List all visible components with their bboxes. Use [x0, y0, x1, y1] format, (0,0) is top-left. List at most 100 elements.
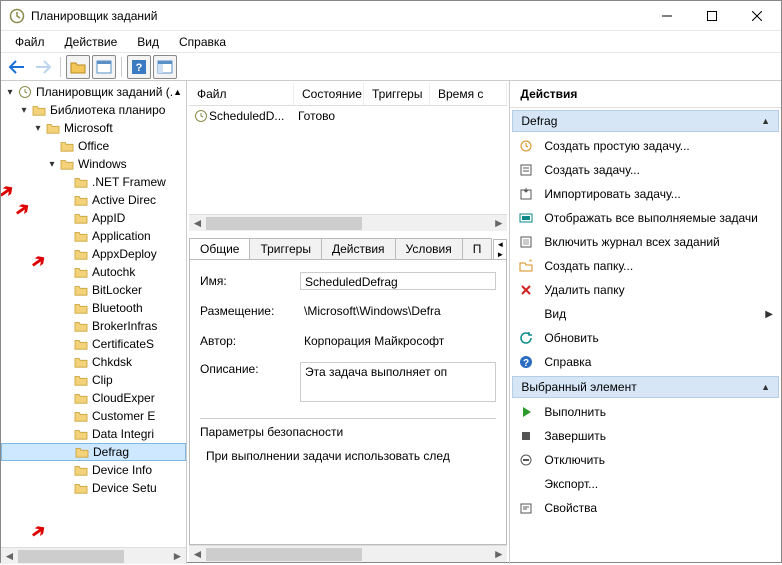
folder-icon: [73, 283, 89, 297]
actions-section-head[interactable]: Выбранный элемент▲: [512, 376, 779, 398]
task-list-rows: ScheduledD... Готово: [189, 106, 507, 214]
toolbar: ?: [1, 53, 781, 81]
action-item[interactable]: Завершить: [510, 424, 781, 448]
svg-text:?: ?: [136, 62, 143, 74]
help-icon: ?: [518, 354, 534, 370]
scroll-right-icon[interactable]: ►: [490, 546, 507, 563]
col-state[interactable]: Состояние: [294, 83, 364, 105]
tree-item[interactable]: Active Direc: [1, 191, 186, 209]
col-triggers[interactable]: Триггеры: [364, 83, 430, 105]
scroll-right-icon[interactable]: ►: [490, 215, 507, 232]
tree-item[interactable]: BitLocker: [1, 281, 186, 299]
actions-list: Defrag▲ Создать простую задачу... Создать …: [510, 108, 781, 564]
toolbar-folder-button[interactable]: [66, 55, 90, 79]
name-value: ScheduledDefrag: [300, 272, 496, 290]
tree-item[interactable]: Autochk: [1, 263, 186, 281]
action-item[interactable]: Экспорт...: [510, 472, 781, 496]
action-item[interactable]: *Создать папку...: [510, 254, 781, 278]
tab-more[interactable]: П: [462, 238, 493, 259]
minimize-button[interactable]: [644, 1, 689, 31]
col-time[interactable]: Время с: [430, 83, 507, 105]
maximize-button[interactable]: [689, 1, 734, 31]
scroll-left-icon[interactable]: ◄: [189, 215, 206, 232]
tree-label: Планировщик заданий (.: [36, 85, 173, 99]
actions-section-head[interactable]: Defrag▲: [512, 110, 779, 132]
action-item[interactable]: Создать задачу...: [510, 158, 781, 182]
action-item[interactable]: Включить журнал всех заданий: [510, 230, 781, 254]
tree-item[interactable]: Defrag: [1, 443, 186, 461]
tree-item[interactable]: AppID: [1, 209, 186, 227]
tasklist-hscroll[interactable]: ◄ ►: [189, 214, 507, 231]
tree-windows[interactable]: ▾Windows: [1, 155, 186, 173]
action-item[interactable]: Удалить папку: [510, 278, 781, 302]
folder-icon: [73, 373, 89, 387]
tree-item[interactable]: Data Integri: [1, 425, 186, 443]
tree-microsoft[interactable]: ▾Microsoft: [1, 119, 186, 137]
action-item[interactable]: Вид▶: [510, 302, 781, 326]
tree-item[interactable]: Device Setu: [1, 479, 186, 497]
action-item[interactable]: Отключить: [510, 448, 781, 472]
folder-icon: [59, 139, 75, 153]
action-label: Завершить: [544, 429, 606, 443]
action-item[interactable]: Обновить: [510, 326, 781, 350]
nav-back-button[interactable]: [5, 55, 29, 79]
toolbar-layout-button[interactable]: [153, 55, 177, 79]
close-button[interactable]: [734, 1, 779, 31]
action-item[interactable]: Свойства: [510, 496, 781, 520]
tree-item[interactable]: Bluetooth: [1, 299, 186, 317]
tab-conditions[interactable]: Условия: [395, 238, 463, 259]
folder-icon: [73, 481, 89, 495]
scroll-right-icon[interactable]: ►: [169, 548, 186, 565]
tab-scroll[interactable]: ◄►: [493, 239, 507, 259]
menu-help[interactable]: Справка: [169, 33, 236, 51]
tree-view[interactable]: ▾Планировщик заданий (.▲▾Библиотека план…: [1, 81, 186, 547]
scroll-left-icon[interactable]: ◄: [1, 548, 18, 565]
tree-item[interactable]: AppxDeploy: [1, 245, 186, 263]
menu-file[interactable]: Файл: [5, 33, 55, 51]
task-row[interactable]: ScheduledD... Готово: [189, 106, 507, 126]
col-file[interactable]: Файл: [189, 83, 294, 105]
tree-root[interactable]: ▾Планировщик заданий (.▲: [1, 83, 186, 101]
toolbar-panel-button[interactable]: [92, 55, 116, 79]
scroll-left-icon[interactable]: ◄: [189, 546, 206, 563]
action-label: Включить журнал всех заданий: [544, 235, 719, 249]
action-item[interactable]: Создать простую задачу...: [510, 134, 781, 158]
tree-item[interactable]: BrokerInfras: [1, 317, 186, 335]
actions-title: Действия: [510, 81, 781, 108]
tree-item[interactable]: Application: [1, 227, 186, 245]
tree-item[interactable]: Customer E: [1, 407, 186, 425]
tree-office[interactable]: Office: [1, 137, 186, 155]
tree-item[interactable]: Chkdsk: [1, 353, 186, 371]
action-item[interactable]: ?Справка: [510, 350, 781, 374]
action-item[interactable]: Выполнить: [510, 400, 781, 424]
action-item[interactable]: Отображать все выполняемые задачи: [510, 206, 781, 230]
tree-item[interactable]: CertificateS: [1, 335, 186, 353]
task-state: Готово: [298, 109, 368, 123]
menu-action[interactable]: Действие: [55, 33, 128, 51]
tree-item[interactable]: Clip: [1, 371, 186, 389]
location-label: Размещение:: [200, 304, 300, 318]
folder-icon: [45, 121, 61, 135]
tree-item[interactable]: .NET Framew: [1, 173, 186, 191]
tab-general[interactable]: Общие: [189, 238, 250, 259]
nav-forward-button[interactable]: [31, 55, 55, 79]
tree-item[interactable]: CloudExper: [1, 389, 186, 407]
location-value: \Microsoft\Windows\Defra: [300, 302, 496, 320]
tree-item[interactable]: Device Info: [1, 461, 186, 479]
tree-library[interactable]: ▾Библиотека планиро: [1, 101, 186, 119]
desc-value: Эта задача выполняет оп: [300, 362, 496, 402]
action-label: Создать простую задачу...: [544, 139, 689, 153]
menu-view[interactable]: Вид: [127, 33, 169, 51]
tab-actions[interactable]: Действия: [321, 238, 396, 259]
action-item[interactable]: Импортировать задачу...: [510, 182, 781, 206]
folder-icon: [73, 427, 89, 441]
tree-hscroll[interactable]: ◄ ►: [1, 547, 186, 564]
clock-icon: [17, 85, 33, 99]
window-title: Планировщик заданий: [31, 9, 644, 23]
folder-icon: [59, 157, 75, 171]
tab-triggers[interactable]: Триггеры: [249, 238, 322, 259]
task-details: Общие Триггеры Действия Условия П ◄► Имя…: [189, 235, 507, 562]
delete-icon: [518, 282, 534, 298]
toolbar-help-button[interactable]: ?: [127, 55, 151, 79]
details-hscroll[interactable]: ◄ ►: [189, 545, 507, 562]
